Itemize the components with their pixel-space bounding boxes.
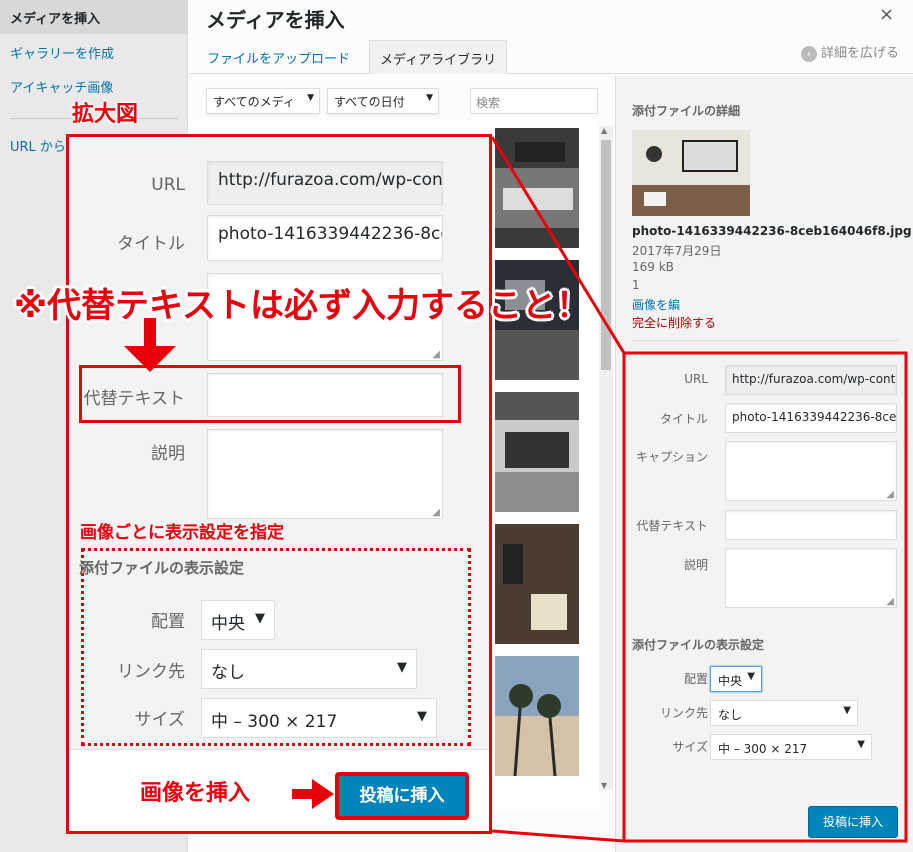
- zoom-align-select[interactable]: 中央 ▼: [201, 600, 275, 640]
- zoom-url-field[interactable]: http://furazoa.com/wp-con: [207, 161, 443, 205]
- zoom-link-to-select-value: なし: [211, 663, 245, 683]
- chevron-down-icon: ▼: [255, 611, 265, 626]
- zoom-url-label: URL: [151, 175, 185, 195]
- zoom-insert-into-post-button[interactable]: 投稿に挿入: [335, 772, 469, 820]
- annotation-alt-required: ※代替テキストは必ず入力すること！: [14, 286, 591, 326]
- connector-line-bottom: [491, 829, 625, 843]
- chevron-down-icon: ▼: [397, 660, 407, 675]
- annotation-zoom-label: 拡大図: [72, 102, 139, 127]
- zoom-align-label: 配置: [151, 612, 185, 632]
- zoom-description-label: 説明: [151, 444, 185, 464]
- annotation-per-image-settings: 画像ごとに表示設定を指定: [80, 523, 284, 543]
- zoomed-view-panel: URL http://furazoa.com/wp-con タイトル photo…: [66, 134, 492, 834]
- zoom-size-select-value: 中 – 300 × 217: [211, 712, 338, 732]
- zoom-title-label: タイトル: [117, 234, 185, 254]
- chevron-down-icon: ▼: [417, 709, 427, 724]
- zoom-link-to-label: リンク先: [117, 662, 185, 682]
- zoom-size-label: サイズ: [134, 710, 186, 730]
- resize-grip-icon[interactable]: ◢: [432, 507, 440, 518]
- zoom-title-field[interactable]: photo-1416339442236-8ce: [207, 215, 443, 261]
- zoom-link-to-select[interactable]: なし ▼: [201, 649, 417, 689]
- zoom-align-select-value: 中央: [211, 614, 245, 634]
- arrow-down-icon: [124, 318, 176, 372]
- arrow-right-icon: [292, 779, 334, 809]
- details-highlight-box: [622, 351, 908, 843]
- zoom-display-settings-heading: 添付ファイルの表示設定: [79, 559, 245, 577]
- zoom-size-select[interactable]: 中 – 300 × 217 ▼: [201, 698, 437, 738]
- annotation-insert-image: 画像を挿入: [140, 781, 251, 806]
- resize-grip-icon[interactable]: ◢: [432, 349, 440, 360]
- zoom-description-field[interactable]: ◢: [207, 429, 443, 519]
